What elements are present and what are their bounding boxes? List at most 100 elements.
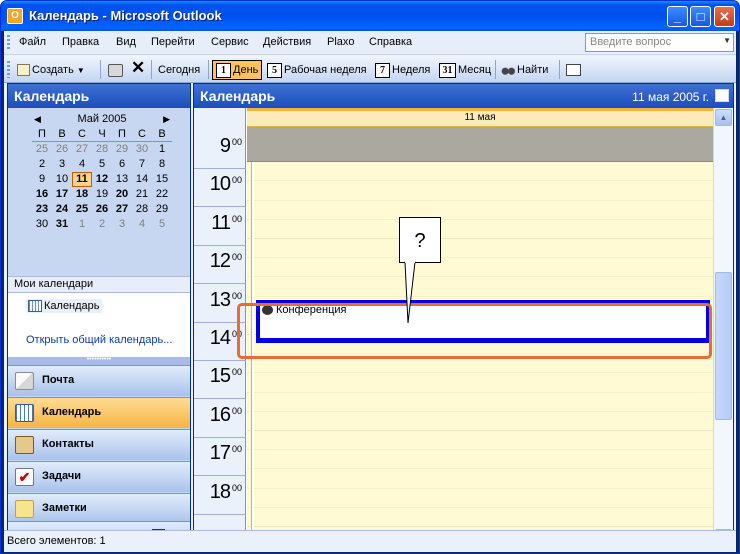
date-navigator-today[interactable]: 11 xyxy=(72,172,92,187)
month-view-button[interactable]: 31 Месяц xyxy=(436,61,494,79)
menu-view[interactable]: Вид xyxy=(116,36,136,48)
find-binoculars-icon xyxy=(501,64,515,77)
nav-pane-splitter[interactable]: •••••••••• xyxy=(8,356,190,365)
outlook-window: O Календарь - Microsoft Outlook _ □ ✕ Фа… xyxy=(0,0,740,554)
date-navigator-day[interactable]: 10 xyxy=(52,172,72,187)
date-navigator-day[interactable]: 29 xyxy=(152,202,172,217)
date-navigator-day[interactable]: 18 xyxy=(72,187,92,202)
menu-actions[interactable]: Действия xyxy=(263,36,311,48)
date-navigator-day[interactable]: 5 xyxy=(92,157,112,172)
date-navigator-day[interactable]: 17 xyxy=(52,187,72,202)
nav-button-mail[interactable]: Почта xyxy=(8,365,190,396)
address-book-button[interactable] xyxy=(563,61,586,79)
hour-row-label: 14 00 xyxy=(194,323,246,361)
menu-file[interactable]: Файл xyxy=(19,36,46,48)
free-busy-bar xyxy=(251,162,254,548)
date-navigator-day[interactable]: 26 xyxy=(92,202,112,217)
date-navigator-day[interactable]: 2 xyxy=(92,217,112,232)
date-navigator-day[interactable]: 1 xyxy=(72,217,92,232)
date-navigator-day[interactable]: 16 xyxy=(32,187,52,202)
nav-button-tasks[interactable]: ✔ Задачи xyxy=(8,461,190,492)
next-month-arrow-icon[interactable]: ▶ xyxy=(163,112,170,127)
work-week-calendar-icon: 5 xyxy=(267,62,282,78)
week-view-button[interactable]: 7 Неделя xyxy=(372,61,433,79)
maximize-button[interactable]: □ xyxy=(690,6,711,27)
day-column-header[interactable]: 11 мая xyxy=(247,108,713,127)
menu-go[interactable]: Перейти xyxy=(151,36,195,48)
date-navigator-day[interactable]: 6 xyxy=(112,157,132,172)
create-dropdown-icon[interactable]: ▼ xyxy=(77,66,85,75)
date-navigator-day[interactable]: 30 xyxy=(132,142,152,157)
nav-button-contacts[interactable]: Контакты xyxy=(8,429,190,460)
date-navigator-day[interactable]: 28 xyxy=(92,142,112,157)
date-navigator-day[interactable]: 21 xyxy=(132,187,152,202)
day-time-grid[interactable]: Конференция xyxy=(247,162,713,548)
date-navigator-day[interactable]: 1 xyxy=(152,142,172,157)
hour-minutes: 00 xyxy=(231,290,242,301)
menu-plaxo[interactable]: Plaxo xyxy=(327,36,355,48)
date-navigator-day[interactable]: 19 xyxy=(92,187,112,202)
dropdown-arrow-icon[interactable]: ▼ xyxy=(723,36,731,45)
menu-grip[interactable] xyxy=(7,35,10,51)
date-navigator-day[interactable]: 31 xyxy=(52,217,72,232)
menu-tools[interactable]: Сервис xyxy=(211,36,249,48)
weekday-header: В xyxy=(52,127,72,142)
date-navigator-day[interactable]: 3 xyxy=(52,157,72,172)
create-label: Создать xyxy=(32,64,74,76)
delete-button[interactable]: ✕ xyxy=(128,59,148,77)
ask-question-input[interactable]: Введите вопрос ▼ xyxy=(585,33,734,52)
outlook-app-icon[interactable]: O xyxy=(7,8,23,24)
scroll-up-arrow-icon[interactable]: ▲ xyxy=(715,109,732,126)
date-navigator-day[interactable]: 14 xyxy=(132,172,152,187)
title-bar: O Календарь - Microsoft Outlook _ □ ✕ xyxy=(1,1,739,31)
print-button[interactable] xyxy=(105,61,128,79)
today-button[interactable]: Сегодня xyxy=(155,61,203,79)
calendar-item[interactable]: Календарь xyxy=(26,299,102,314)
all-day-events-area[interactable] xyxy=(247,127,713,162)
date-navigator-day[interactable]: 25 xyxy=(72,202,92,217)
date-navigator-day[interactable]: 26 xyxy=(52,142,72,157)
date-navigator-day[interactable]: 24 xyxy=(52,202,72,217)
date-navigator-day[interactable]: 4 xyxy=(132,217,152,232)
open-shared-calendar-link[interactable]: Открыть общий календарь... xyxy=(8,321,190,357)
day-view-button[interactable]: 1 День xyxy=(212,60,263,80)
toolbar-grip[interactable] xyxy=(7,61,10,78)
my-calendar-item[interactable]: Календарь xyxy=(8,293,190,321)
date-navigator-day[interactable]: 23 xyxy=(32,202,52,217)
close-button[interactable]: ✕ xyxy=(714,6,735,27)
date-navigator-day[interactable]: 5 xyxy=(152,217,172,232)
date-navigator-day[interactable]: 15 xyxy=(152,172,172,187)
date-navigator-day[interactable]: 12 xyxy=(92,172,112,187)
appointment-item[interactable]: Конференция xyxy=(256,300,710,343)
scrollbar-thumb[interactable] xyxy=(715,272,732,420)
minimize-button[interactable]: _ xyxy=(667,6,688,27)
date-navigator-day[interactable]: 28 xyxy=(132,202,152,217)
nav-button-notes[interactable]: Заметки xyxy=(8,493,190,524)
date-navigator-day[interactable]: 27 xyxy=(112,202,132,217)
date-navigator-day[interactable]: 13 xyxy=(112,172,132,187)
hour-row-label: 15 00 xyxy=(194,361,246,400)
date-navigator-day[interactable]: 2 xyxy=(32,157,52,172)
date-navigator-day[interactable]: 20 xyxy=(112,187,132,202)
printer-icon xyxy=(108,63,123,77)
menu-help[interactable]: Справка xyxy=(369,36,412,48)
create-button[interactable]: Создать ▼ xyxy=(14,61,88,79)
date-navigator-day[interactable]: 22 xyxy=(152,187,172,202)
date-navigator-day[interactable]: 7 xyxy=(132,157,152,172)
find-button[interactable]: Найти xyxy=(498,61,551,79)
work-week-view-button[interactable]: 5 Рабочая неделя xyxy=(264,61,370,79)
nav-button-calendar[interactable]: Календарь xyxy=(8,397,190,428)
date-navigator-day[interactable]: 25 xyxy=(32,142,52,157)
date-navigator-day[interactable]: 27 xyxy=(72,142,92,157)
date-navigator-day[interactable]: 29 xyxy=(112,142,132,157)
date-navigator-day[interactable]: 9 xyxy=(32,172,52,187)
vertical-scrollbar[interactable]: ▲ ▼ xyxy=(713,108,733,548)
date-navigator-day[interactable]: 30 xyxy=(32,217,52,232)
calendar-view-date: 11 мая 2005 г. xyxy=(632,90,709,104)
date-navigator-day[interactable]: 8 xyxy=(152,157,172,172)
date-navigator-day[interactable]: 4 xyxy=(72,157,92,172)
hour-number: 13 xyxy=(209,288,231,311)
menu-edit[interactable]: Правка xyxy=(62,36,99,48)
prev-month-arrow-icon[interactable]: ◀ xyxy=(34,112,41,127)
date-navigator-day[interactable]: 3 xyxy=(112,217,132,232)
